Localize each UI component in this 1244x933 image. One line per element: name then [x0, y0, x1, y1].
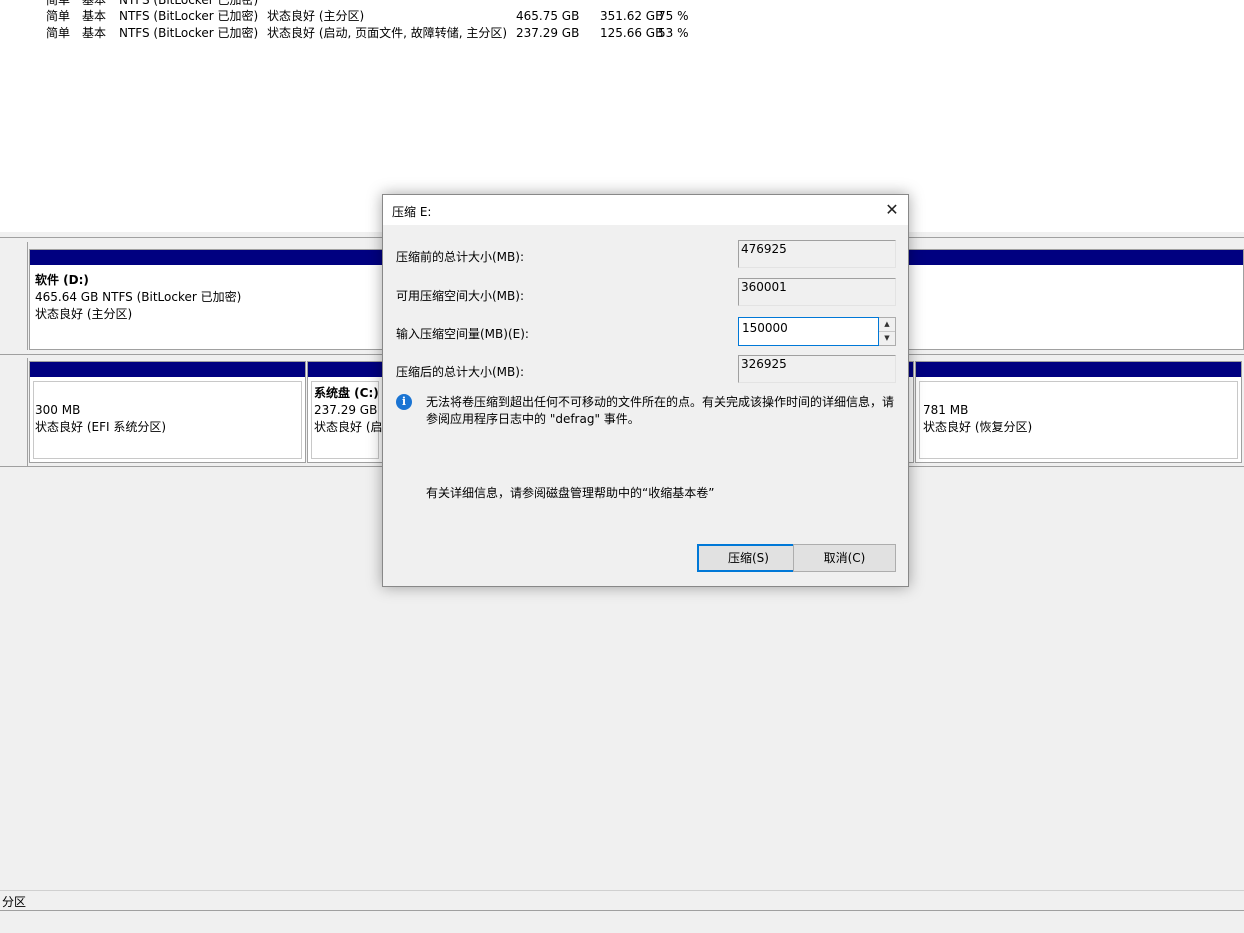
partition-bar: [30, 362, 305, 377]
available-label: 可用压缩空间大小(MB):: [396, 289, 524, 303]
status-bar: [0, 910, 1244, 933]
partition-status: 状态良好 (恢复分区): [923, 420, 1033, 434]
pct-cell: 75 %: [658, 9, 689, 23]
capacity-cell: 237.29 GB: [516, 26, 580, 40]
partition-size: 781 MB: [923, 403, 969, 417]
partition-bar: [30, 250, 388, 265]
partition-bar: [916, 362, 1241, 377]
type-cell: 基本: [82, 26, 107, 40]
shrink-amount-spinner[interactable]: ▲ ▼: [879, 317, 896, 346]
layout-cell: 简单: [46, 26, 71, 40]
total-after-label: 压缩后的总计大小(MB):: [396, 365, 524, 379]
total-before-field: 476925: [738, 240, 896, 268]
spin-down-icon[interactable]: ▼: [879, 332, 895, 345]
partition-status: 状态良好 (主分区): [35, 307, 133, 321]
disk-1-header[interactable]: [0, 242, 28, 350]
close-icon[interactable]: ✕: [876, 195, 908, 225]
info-text-line2: 参阅应用程序日志中的 "defrag" 事件。: [426, 412, 640, 426]
shrink-amount-label: 输入压缩空间量(MB)(E):: [396, 327, 529, 341]
info-icon: i: [396, 394, 412, 410]
help-text: 有关详细信息，请参阅磁盘管理帮助中的“收缩基本卷”: [426, 486, 715, 500]
partition-detail: 465.64 GB NTFS (BitLocker 已加密): [35, 290, 242, 304]
unallocated-hatch: [907, 265, 1243, 349]
partition-detail: 237.29 GB N: [314, 403, 391, 417]
partition-name: 软件 (D:): [35, 273, 89, 287]
type-cell: 基本: [82, 9, 107, 23]
partition-recovery[interactable]: 781 MB 状态良好 (恢复分区): [915, 361, 1242, 463]
dialog-titlebar[interactable]: 压缩 E: ✕: [383, 195, 908, 225]
total-after-value: 326925: [741, 357, 787, 371]
shrink-amount-input[interactable]: [738, 317, 879, 346]
available-value: 360001: [741, 280, 787, 294]
shrink-dialog: 压缩 E: ✕ 压缩前的总计大小(MB): 476925 可用压缩空间大小(MB…: [382, 194, 909, 587]
disk-2-header[interactable]: [0, 358, 28, 466]
layout-cell: 简单: [46, 9, 71, 23]
status-cell: 状态良好 (启动, 页面文件, 故障转储, 主分区): [267, 26, 508, 40]
total-after-field: 326925: [738, 355, 896, 383]
free-cell: 351.62 GB: [600, 9, 664, 23]
status-cell: 状态良好 (主分区): [267, 9, 365, 23]
partition-status: 状态良好 (启: [314, 420, 383, 434]
partition-bar: [308, 362, 382, 377]
capacity-cell: 465.75 GB: [516, 9, 580, 23]
legend-label: 分区: [2, 895, 27, 909]
legend-bar: 分区: [0, 890, 1244, 911]
available-field: 360001: [738, 278, 896, 306]
cancel-button[interactable]: 取消(C): [793, 544, 896, 572]
partition-size: 300 MB: [35, 403, 81, 417]
fs-cell: NTFS (BitLocker 已加密): [119, 26, 259, 40]
partition-system-c[interactable]: 系统盘 (C:) 237.29 GB N 状态良好 (启: [307, 361, 390, 463]
shrink-button[interactable]: 压缩(S): [697, 544, 800, 572]
free-cell: 125.66 GB: [600, 26, 664, 40]
partition-status: 状态良好 (EFI 系统分区): [35, 420, 167, 434]
total-before-label: 压缩前的总计大小(MB):: [396, 250, 524, 264]
partition-unallocated[interactable]: [906, 249, 1244, 350]
total-before-value: 476925: [741, 242, 787, 256]
spin-up-icon[interactable]: ▲: [879, 318, 895, 332]
partition-bar: [907, 250, 1243, 265]
fs-cell: NTFS (BitLocker 已加密): [119, 9, 259, 23]
info-text-line1: 无法将卷压缩到超出任何不可移动的文件所在的点。有关完成该操作时间的详细信息，请: [426, 395, 895, 409]
pct-cell: 53 %: [658, 26, 689, 40]
partition-d[interactable]: 软件 (D:) 465.64 GB NTFS (BitLocker 已加密) 状…: [29, 249, 389, 350]
partition-efi[interactable]: 300 MB 状态良好 (EFI 系统分区): [29, 361, 306, 463]
dialog-title: 压缩 E:: [392, 205, 432, 219]
partition-name: 系统盘 (C:): [314, 386, 379, 400]
